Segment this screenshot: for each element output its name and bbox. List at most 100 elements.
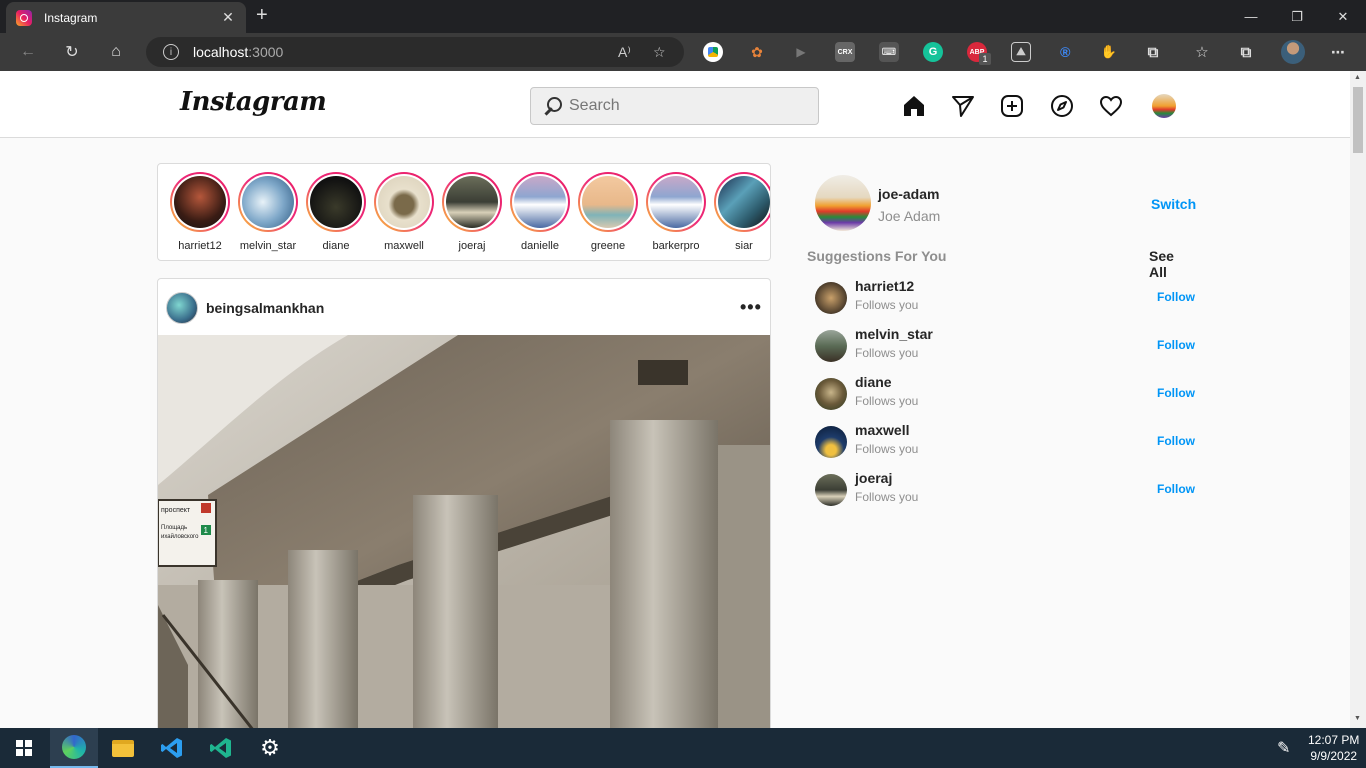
story-item[interactable]: diane: [306, 172, 366, 252]
current-user-username[interactable]: joe-adam: [878, 186, 939, 202]
address-bar[interactable]: i localhost:3000 A⁾ ☆: [146, 37, 684, 67]
suggestion-username[interactable]: melvin_star: [855, 326, 933, 342]
suggestion-avatar[interactable]: [815, 378, 847, 410]
suggestion-avatar[interactable]: [815, 282, 847, 314]
scroll-up-arrow-icon[interactable]: ▲: [1354, 74, 1361, 81]
restore-button[interactable]: ❐: [1274, 0, 1320, 33]
app-header: Instagram: [0, 71, 1350, 138]
post-author-username[interactable]: beingsalmankhan: [206, 300, 324, 316]
cookie-extension-icon[interactable]: ✿: [747, 42, 767, 62]
follow-button[interactable]: Follow: [1157, 482, 1195, 496]
pen-icon[interactable]: ✎: [1277, 738, 1290, 758]
explore-compass-icon[interactable]: [1050, 94, 1074, 118]
story-username: diane: [322, 240, 350, 252]
more-menu-icon[interactable]: ⋯: [1328, 42, 1348, 62]
story-avatar: [174, 176, 226, 228]
page-scrollbar[interactable]: ▲ ▼: [1350, 71, 1366, 728]
post-author-avatar[interactable]: [166, 292, 198, 324]
windows-taskbar: ⚙ ✎ 12:07 PM 9/9/2022: [0, 728, 1366, 768]
suggestion-username[interactable]: harriet12: [855, 278, 914, 294]
search-input[interactable]: [569, 97, 799, 115]
file-explorer-taskbar-button[interactable]: [99, 728, 147, 768]
story-item[interactable]: siar: [714, 172, 770, 252]
suggestion-avatar[interactable]: [815, 426, 847, 458]
close-window-button[interactable]: ✕: [1320, 0, 1366, 33]
keyboard-extension-icon[interactable]: ⌨: [879, 42, 899, 62]
suggestion-username[interactable]: diane: [855, 374, 892, 390]
grammarly-extension-icon[interactable]: G: [923, 42, 943, 62]
r-extension-icon[interactable]: ®: [1055, 42, 1075, 62]
new-post-icon[interactable]: [1000, 94, 1024, 118]
follow-button[interactable]: Follow: [1157, 290, 1195, 304]
read-aloud-icon[interactable]: A⁾: [618, 44, 631, 61]
current-user-fullname: Joe Adam: [878, 208, 941, 224]
play-extension-icon[interactable]: ▶: [791, 42, 811, 62]
clock-date: 9/9/2022: [1310, 749, 1358, 763]
follow-button[interactable]: Follow: [1157, 338, 1195, 352]
story-username: maxwell: [384, 240, 424, 252]
story-username: greene: [590, 240, 626, 252]
instagram-logo[interactable]: Instagram: [180, 87, 327, 117]
story-item[interactable]: joeraj: [442, 172, 502, 252]
story-item[interactable]: barkerpro: [646, 172, 706, 252]
extensions-puzzle-icon[interactable]: ⧉: [1143, 42, 1163, 62]
story-item[interactable]: greene: [578, 172, 638, 252]
profile-avatar-icon[interactable]: [1281, 40, 1305, 64]
start-button[interactable]: [0, 728, 48, 768]
crx-extension-icon[interactable]: CRX: [835, 42, 855, 62]
scroll-down-arrow-icon[interactable]: ▼: [1354, 715, 1361, 722]
favorite-add-icon[interactable]: ☆: [653, 44, 666, 61]
story-avatar: [446, 176, 498, 228]
url-host: localhost: [193, 44, 249, 60]
story-avatar: [310, 176, 362, 228]
story-username: danielle: [521, 240, 559, 252]
home-nav-icon[interactable]: [902, 94, 926, 118]
activity-heart-icon[interactable]: [1099, 94, 1123, 118]
home-icon[interactable]: ⌂: [103, 39, 129, 65]
settings-taskbar-button[interactable]: ⚙: [246, 728, 294, 768]
suggestion-avatar[interactable]: [815, 474, 847, 506]
scroll-thumb[interactable]: [1353, 87, 1363, 153]
suggestion-avatar[interactable]: [815, 330, 847, 362]
story-item[interactable]: danielle: [510, 172, 570, 252]
folder-icon: [112, 739, 134, 757]
story-username: joeraj: [458, 240, 486, 252]
new-tab-button[interactable]: +: [256, 5, 268, 25]
drive-extension-icon[interactable]: [703, 42, 723, 62]
direct-messages-icon[interactable]: [951, 94, 975, 118]
search-icon: [543, 96, 563, 116]
close-tab-icon[interactable]: ✕: [220, 9, 236, 26]
story-item[interactable]: melvin_star: [238, 172, 298, 252]
edge-taskbar-button[interactable]: [50, 728, 98, 768]
story-item[interactable]: maxwell: [374, 172, 434, 252]
back-icon[interactable]: ←: [15, 39, 41, 65]
suggestion-subtitle: Follows you: [855, 298, 919, 312]
see-all-link[interactable]: See All: [1149, 248, 1195, 280]
sign-line: проспект: [161, 507, 191, 514]
switch-account-link[interactable]: Switch: [1151, 196, 1196, 212]
system-clock[interactable]: 12:07 PM 9/9/2022: [1308, 732, 1359, 764]
vscode-insiders-taskbar-button[interactable]: [197, 728, 245, 768]
suggestion-subtitle: Follows you: [855, 490, 919, 504]
current-user-avatar[interactable]: [815, 175, 871, 231]
minimize-button[interactable]: —: [1228, 0, 1274, 33]
post-options-icon[interactable]: •••: [740, 297, 762, 318]
suggestion-username[interactable]: joeraj: [855, 470, 892, 486]
info-icon[interactable]: i: [163, 44, 179, 60]
page-viewport: Instagram harriet12: [0, 71, 1350, 728]
suggestion-username[interactable]: maxwell: [855, 422, 909, 438]
vscode-taskbar-button[interactable]: [148, 728, 196, 768]
profile-nav-avatar[interactable]: [1152, 94, 1176, 118]
collections-icon[interactable]: ⧉: [1236, 42, 1256, 62]
search-box[interactable]: [530, 87, 819, 125]
favorites-icon[interactable]: ☆: [1192, 42, 1212, 62]
browser-tab[interactable]: Instagram ✕: [6, 2, 246, 33]
pdf-extension-icon[interactable]: ⛰: [1011, 42, 1031, 62]
post-image[interactable]: проспект Площадь ихайловского 1: [158, 335, 770, 728]
story-username: siar: [735, 240, 753, 252]
refresh-icon[interactable]: ↻: [59, 39, 85, 65]
story-item[interactable]: harriet12: [170, 172, 230, 252]
follow-button[interactable]: Follow: [1157, 434, 1195, 448]
hand-extension-icon[interactable]: ✋: [1099, 42, 1119, 62]
follow-button[interactable]: Follow: [1157, 386, 1195, 400]
